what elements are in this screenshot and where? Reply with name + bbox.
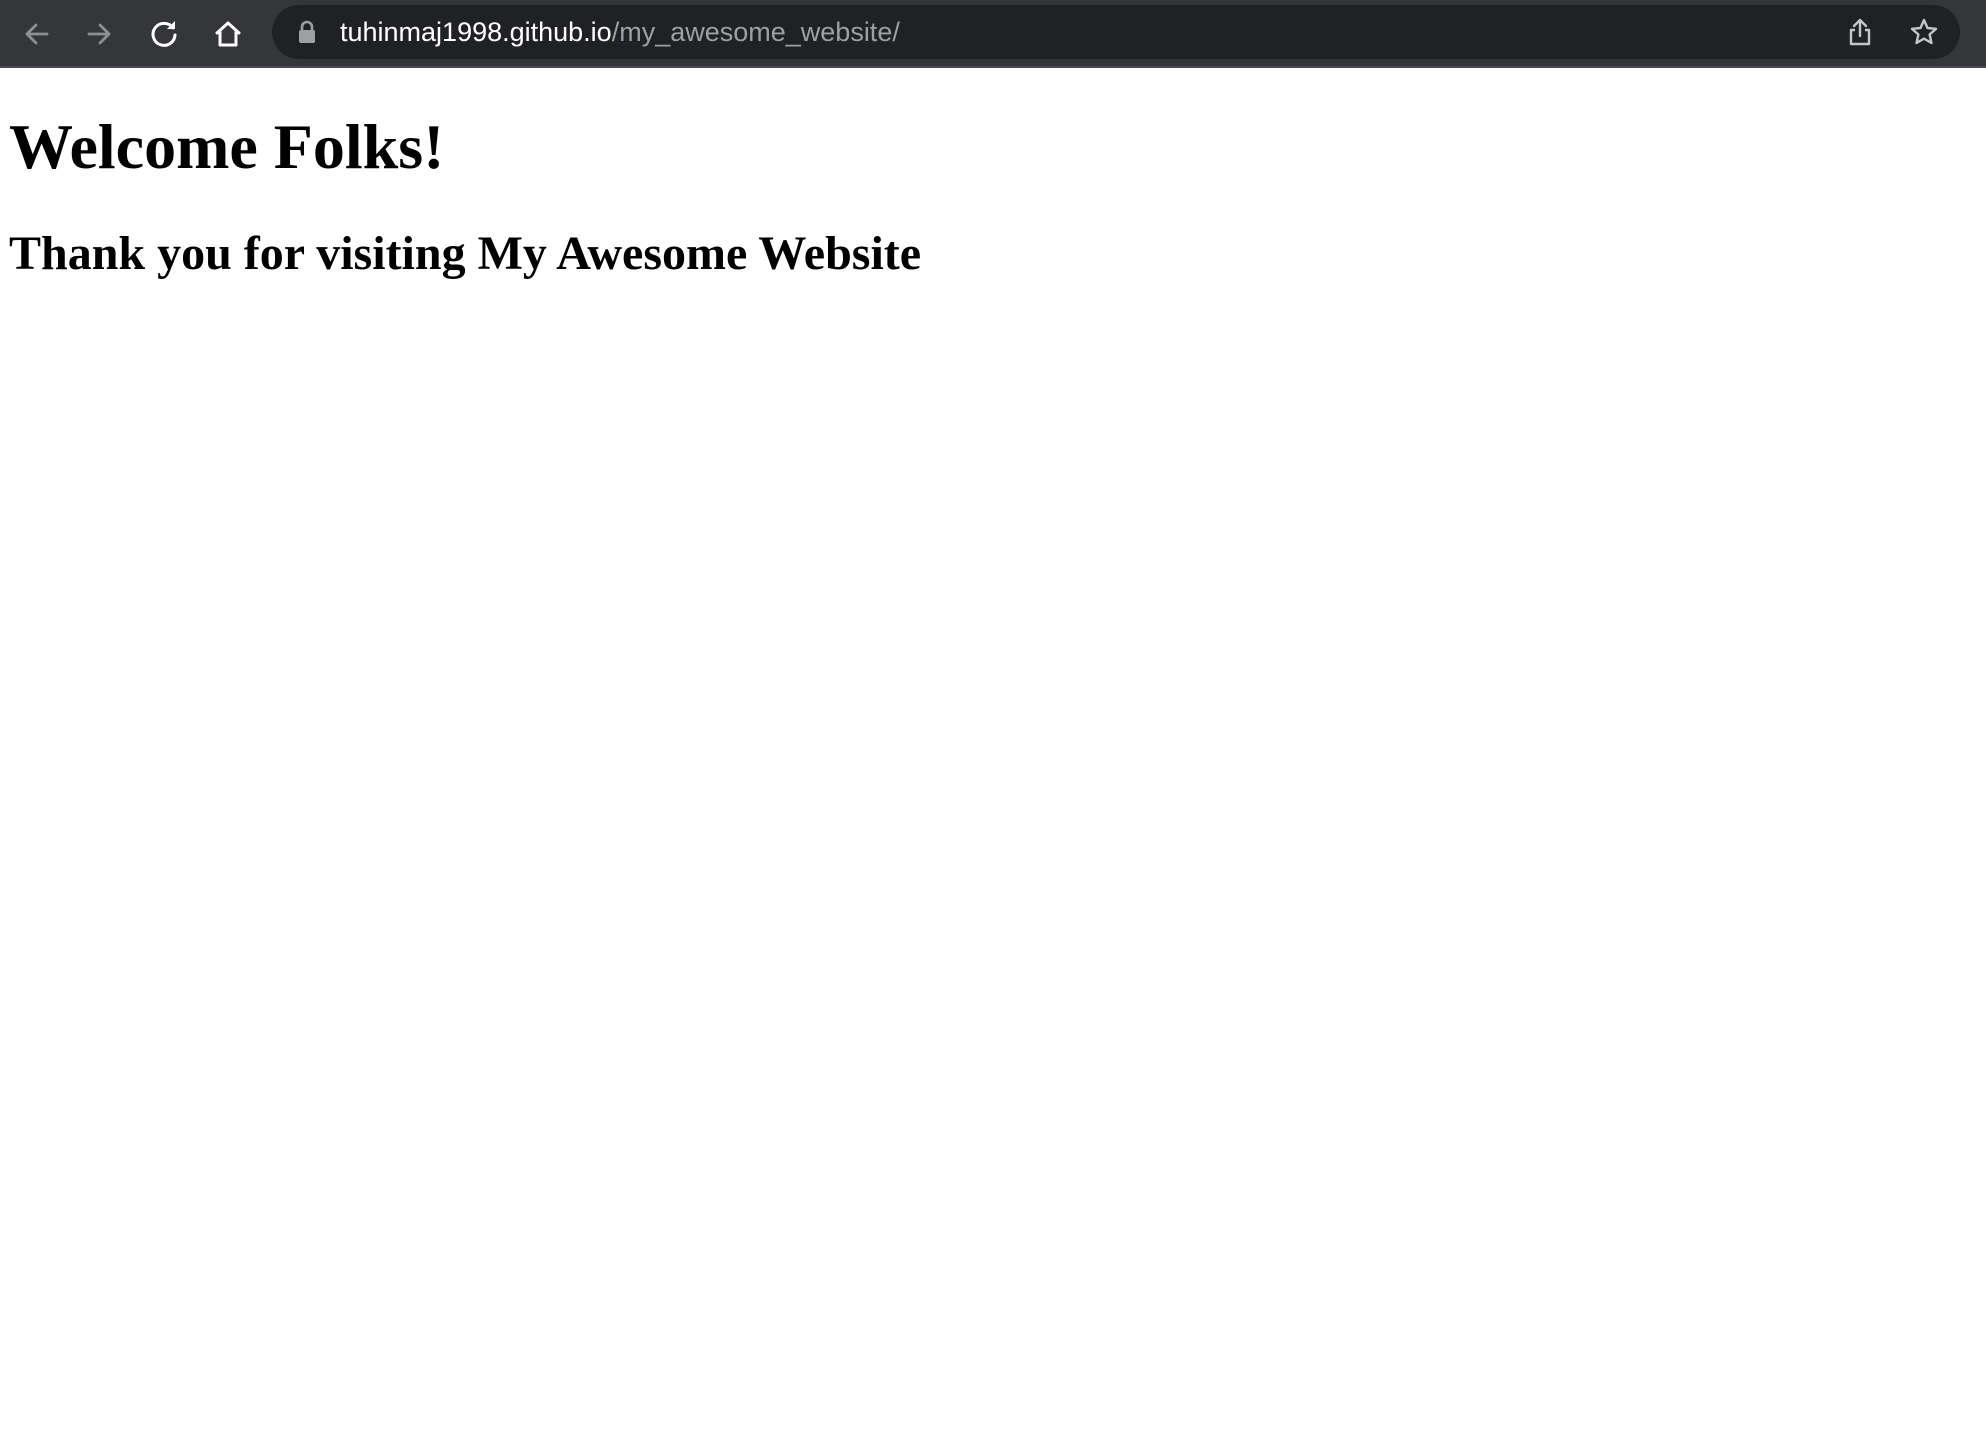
reload-icon [151, 21, 177, 47]
forward-button[interactable] [74, 8, 126, 60]
bookmark-button[interactable] [1902, 10, 1946, 54]
share-icon [1849, 18, 1871, 46]
address-bar[interactable]: tuhinmaj1998.github.io/my_awesome_websit… [272, 5, 1960, 59]
page-heading: Welcome Folks! [9, 111, 445, 182]
browser-toolbar: tuhinmaj1998.github.io/my_awesome_websit… [0, 0, 1986, 68]
page-subheading: Thank you for visiting My Awesome Websit… [9, 227, 922, 280]
url-host: tuhinmaj1998.github.io [340, 17, 612, 47]
share-button[interactable] [1838, 10, 1882, 54]
arrow-left-icon [25, 23, 49, 45]
lock-icon [299, 20, 315, 43]
reload-button[interactable] [138, 8, 190, 60]
back-button[interactable] [10, 8, 62, 60]
home-icon [215, 21, 241, 47]
home-button[interactable] [202, 8, 254, 60]
star-icon [1910, 18, 1938, 45]
url-path: /my_awesome_website/ [611, 17, 900, 47]
arrow-right-icon [87, 23, 111, 45]
url-text[interactable]: tuhinmaj1998.github.io/my_awesome_websit… [340, 5, 900, 59]
